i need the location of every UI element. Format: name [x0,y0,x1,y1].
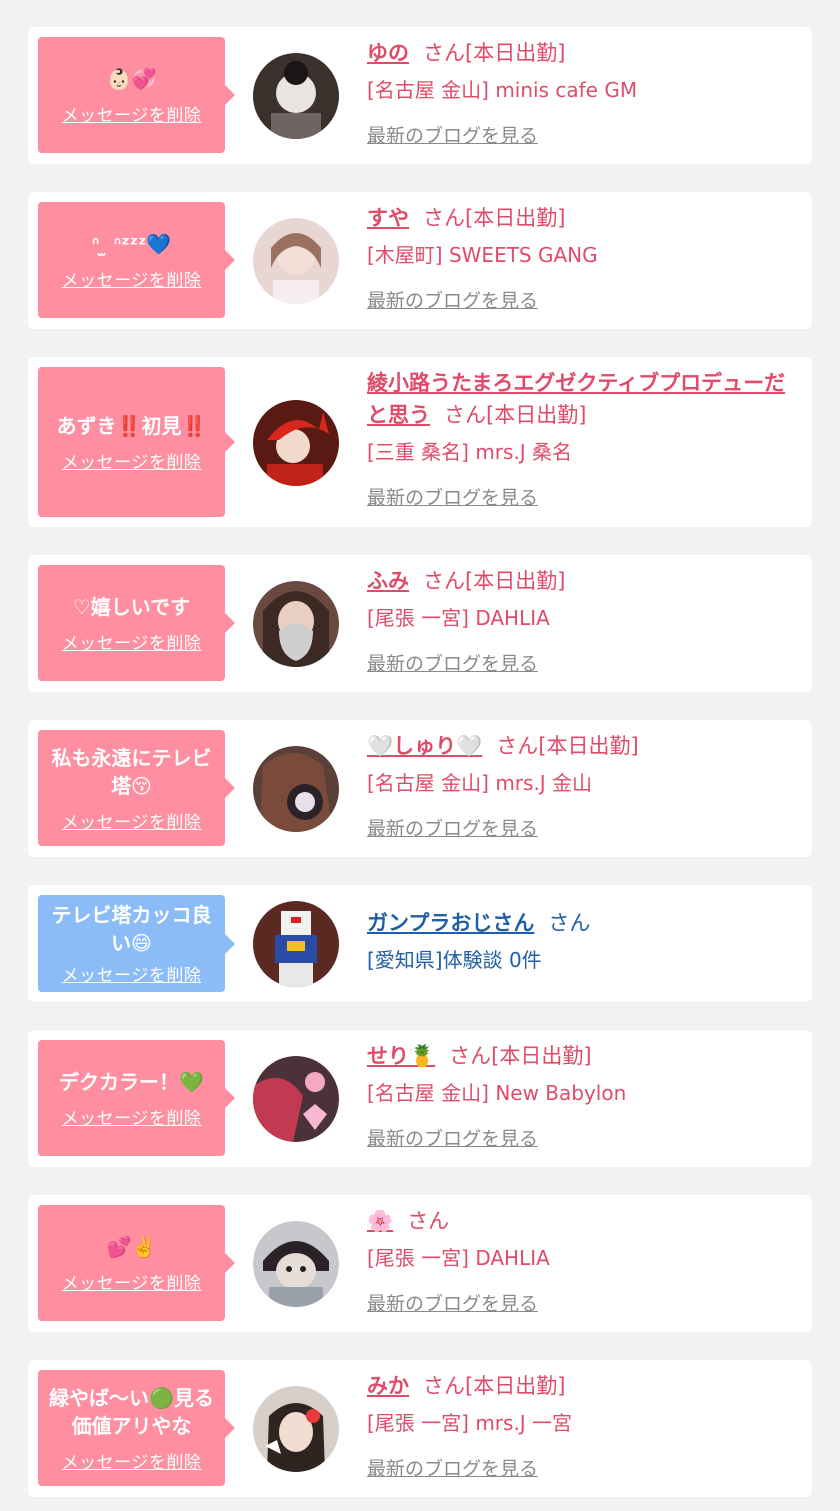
list-item: あずき‼️初見‼️ メッセージを削除 綾小路うたまろエグゼクティブプロデューだと… [28,357,812,527]
message-text: テレビ塔カッコ良い😄 [51,903,212,955]
message-text: 💕✌️ [106,1234,157,1259]
shop-label: [木屋町] SWEETS GANG [367,243,598,267]
girl-info: みか さん[本日出勤] [尾張 一宮] mrs.J 一宮 最新のブログを見る [367,1370,798,1481]
name-suffix: さん [548,911,591,935]
list-item: 私も永遠にテレビ塔😚 メッセージを削除 🤍しゅり🤍 さん[本日出勤] [名古屋 金… [28,720,812,857]
shop-label: [尾張 一宮] mrs.J 一宮 [367,1411,573,1435]
avatar[interactable] [253,581,339,667]
girl-info: ゆの さん[本日出勤] [名古屋 金山] minis cafe GM 最新のブログ… [367,37,798,148]
delete-message-link[interactable]: メッセージを削除 [62,808,202,833]
delete-message-link[interactable]: メッセージを削除 [62,961,202,986]
name-suffix: さん[本日出勤] [423,1374,566,1398]
girl-info: すや さん[本日出勤] [木屋町] SWEETS GANG 最新のブログを見る [367,202,798,313]
shop-label: [名古屋 金山] New Babylon [367,1081,627,1105]
name-suffix: さん [407,1209,450,1233]
message-bubble: あずき‼️初見‼️ メッセージを削除 [38,367,235,517]
message-bubble: デクカラー！💚 メッセージを削除 [38,1040,235,1156]
message-text: 私も永遠にテレビ塔😚 [51,745,212,798]
blog-link[interactable]: 最新のブログを見る [367,286,538,313]
shop-label: [三重 桑名] mrs.J 桑名 [367,440,573,464]
delete-message-link[interactable]: メッセージを削除 [62,448,202,473]
girl-info: せり🍍 さん[本日出勤] [名古屋 金山] New Babylon 最新のブログを… [367,1040,798,1151]
shop-label: [尾張 一宮] DAHLIA [367,606,550,630]
message-bubble: 緑やば〜い🟢見る価値アリやな メッセージを削除 [38,1370,235,1486]
girl-info: ふみ さん[本日出勤] [尾張 一宮] DAHLIA 最新のブログを見る [367,565,798,676]
blog-link[interactable]: 最新のブログを見る [367,483,538,510]
message-bubble: 私も永遠にテレビ塔😚 メッセージを削除 [38,730,235,846]
list-item: 緑やば〜い🟢見る価値アリやな メッセージを削除 みか さん[本日出勤] [尾張 一… [28,1360,812,1497]
message-text: ♡嬉しいです [72,594,191,619]
message-bubble: ♡嬉しいです メッセージを削除 [38,565,235,681]
avatar[interactable] [253,53,339,139]
message-text: あずき‼️初見‼️ [56,413,207,438]
name-suffix: さん[本日出勤] [444,403,587,427]
list-item: ♡嬉しいです メッセージを削除 ふみ さん[本日出勤] [尾張 一宮] DAHLI… [28,555,812,692]
message-text: 緑やば〜い🟢見る価値アリやな [49,1385,214,1438]
shop-label: [名古屋 金山] minis cafe GM [367,78,638,102]
name-suffix: さん[本日出勤] [496,734,639,758]
avatar[interactable] [253,1386,339,1472]
blog-link[interactable]: 最新のブログを見る [367,649,538,676]
girl-name-link[interactable]: 🤍しゅり🤍 [367,734,482,758]
message-text: デクカラー！💚 [59,1069,204,1094]
avatar[interactable] [253,746,339,832]
delete-message-link[interactable]: メッセージを削除 [62,1104,202,1129]
message-text: 👶🏻💞 [106,66,157,91]
avatar[interactable] [253,1056,339,1142]
delete-message-link[interactable]: メッセージを削除 [62,629,202,654]
name-suffix: さん[本日出勤] [449,1044,592,1068]
list-item: ᐢ ̫ ᐢᶻᶻᶻ💙 メッセージを削除 すや さん[本日出勤] [木屋町] SWEE… [28,192,812,329]
name-suffix: さん[本日出勤] [423,206,566,230]
girl-name-link[interactable]: ふみ [367,569,409,593]
review-count-label: [愛知県]体験談 0件 [367,948,542,972]
list-item: デクカラー！💚 メッセージを削除 せり🍍 さん[本日出勤] [名古屋 金山] Ne… [28,1030,812,1167]
girl-info: 綾小路うたまろエグゼクティブプロデューだと思う さん[本日出勤] [三重 桑名] … [367,367,798,510]
message-bubble: テレビ塔カッコ良い😄 メッセージを削除 [38,895,235,992]
girl-name-link[interactable]: 🌸 [367,1209,393,1233]
delete-message-link[interactable]: メッセージを削除 [62,266,202,291]
girl-name-link[interactable]: せり🍍 [367,1044,435,1068]
user-name-link[interactable]: ガンプラおじさん [367,911,534,935]
message-text: ᐢ ̫ ᐢᶻᶻᶻ💙 [91,231,172,256]
delete-message-link[interactable]: メッセージを削除 [62,1448,202,1473]
blog-link[interactable]: 最新のブログを見る [367,1454,538,1481]
avatar[interactable] [253,901,339,987]
avatar[interactable] [253,400,339,486]
girl-name-link[interactable]: すや [367,206,409,230]
blog-link[interactable]: 最新のブログを見る [367,1124,538,1151]
user-info: ガンプラおじさん さん [愛知県]体験談 0件 [367,907,798,975]
shop-label: [名古屋 金山] mrs.J 金山 [367,771,593,795]
name-suffix: さん[本日出勤] [423,41,566,65]
delete-message-link[interactable]: メッセージを削除 [62,1269,202,1294]
girl-name-link[interactable]: ゆの [367,41,409,65]
list-item: テレビ塔カッコ良い😄 メッセージを削除 ガンプラおじさん さん [愛知県]体験談 … [28,885,812,1002]
delete-message-link[interactable]: メッセージを削除 [62,101,202,126]
girl-info: 🤍しゅり🤍 さん[本日出勤] [名古屋 金山] mrs.J 金山 最新のブログを見… [367,730,798,841]
shop-label: [尾張 一宮] DAHLIA [367,1246,550,1270]
list-item: 💕✌️ メッセージを削除 🌸 さん [尾張 一宮] DAHLIA 最新のブログを見… [28,1195,812,1332]
blog-link[interactable]: 最新のブログを見る [367,121,538,148]
avatar[interactable] [253,218,339,304]
message-bubble: 💕✌️ メッセージを削除 [38,1205,235,1321]
girl-name-link[interactable]: みか [367,1374,409,1398]
message-bubble: ᐢ ̫ ᐢᶻᶻᶻ💙 メッセージを削除 [38,202,235,318]
message-bubble: 👶🏻💞 メッセージを削除 [38,37,235,153]
blog-link[interactable]: 最新のブログを見る [367,1289,538,1316]
avatar[interactable] [253,1221,339,1307]
list-item: 👶🏻💞 メッセージを削除 ゆの さん[本日出勤] [名古屋 金山] minis c… [28,27,812,164]
girl-info: 🌸 さん [尾張 一宮] DAHLIA 最新のブログを見る [367,1205,798,1316]
blog-link[interactable]: 最新のブログを見る [367,814,538,841]
name-suffix: さん[本日出勤] [423,569,566,593]
